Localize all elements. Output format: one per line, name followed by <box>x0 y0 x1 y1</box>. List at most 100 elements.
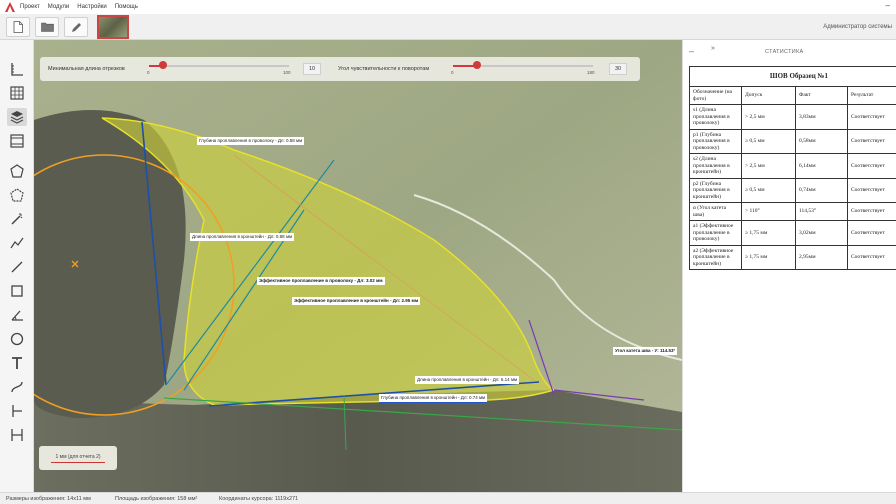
grid-tool[interactable] <box>7 84 27 102</box>
rotation-knob[interactable] <box>473 61 481 69</box>
menu-bar: Проект Модули Настройки Помощь – <box>0 0 896 14</box>
text-icon <box>12 357 22 369</box>
row-fact: 3,83мм <box>795 104 848 130</box>
polyline-icon <box>10 237 24 249</box>
min-length-knob[interactable] <box>159 61 167 69</box>
statistics-panel: – » СТАТИСТИКА ШОВ Образец №1 Обозначени… <box>682 40 896 492</box>
layers-tool[interactable] <box>7 108 27 126</box>
image-thumbnail[interactable] <box>97 15 129 39</box>
horizontal-measure-tool[interactable] <box>7 426 27 444</box>
user-name: Администратор системы <box>823 24 892 30</box>
table-row: a1 (Эффективное проплавление в проволоку… <box>689 220 896 246</box>
polygon-icon <box>10 164 24 178</box>
new-file-button[interactable] <box>6 17 30 37</box>
polyline-tool[interactable] <box>7 234 27 252</box>
text-tool[interactable] <box>7 354 27 372</box>
row-tolerance: > 2,5 мм <box>741 153 796 179</box>
row-tolerance: > 2,5 мм <box>741 104 796 130</box>
row-designation: s2 (Длина проплавления в кронштейн) <box>689 153 742 179</box>
table-row: s1 (Длина проплавления в проволоку) > 2,… <box>689 104 896 130</box>
menu-settings[interactable]: Настройки <box>77 4 106 10</box>
scale-indicator: 1 мм (для отчета 2) <box>39 446 117 470</box>
circle-tool[interactable] <box>7 330 27 348</box>
row-tolerance: > 110° <box>741 202 796 221</box>
rectangle-icon <box>11 285 23 297</box>
row-result: Соответствует <box>847 104 896 130</box>
min-length-max: 100 <box>283 70 291 75</box>
row-result: Соответствует <box>847 244 896 270</box>
status-cursor-coords: Координаты курсора: 1119x271 <box>219 496 299 502</box>
minimize-button[interactable]: – <box>886 1 890 10</box>
ruler-tool[interactable] <box>7 60 27 78</box>
min-length-slider[interactable] <box>149 65 289 67</box>
rotation-value[interactable]: 30 <box>609 63 627 75</box>
edit-button[interactable] <box>64 17 88 37</box>
header-designation: Обозначение (на фото) <box>689 86 742 105</box>
row-designation: p2 (Глубина проплавления в кронштейн) <box>689 177 742 203</box>
table-row: p1 (Глубина проплавления в проволоку) ≥ … <box>689 128 896 154</box>
table-row: a2 (Эффективное проплавление в кронштейн… <box>689 244 896 270</box>
annotation-eff-wire[interactable]: Эффективное проплавление в проволоку - Д… <box>257 277 385 285</box>
rectangle-tool[interactable] <box>7 282 27 300</box>
annotation-depth-wire[interactable]: Глубина проплавления в проволоку - Дл: 0… <box>197 137 305 145</box>
angle-tool[interactable] <box>7 306 27 324</box>
horizontal-measure-icon <box>11 429 23 441</box>
open-folder-button[interactable] <box>35 17 59 37</box>
header-result: Результат <box>847 86 896 105</box>
layers-icon <box>10 111 24 124</box>
polygon-tool[interactable] <box>7 162 27 180</box>
curve-tool[interactable] <box>7 378 27 396</box>
magic-wand-icon <box>11 213 23 225</box>
menu-modules[interactable]: Модули <box>48 4 70 10</box>
rotation-max: 180 <box>587 70 595 75</box>
annotation-angle[interactable]: Угол катета шва - У: 114.53° <box>613 347 678 355</box>
table-header-row: Обозначение (на фото) Допуск Факт Резуль… <box>689 86 896 105</box>
menu-project[interactable]: Проект <box>20 4 40 10</box>
row-fact: 2,95мм <box>795 244 848 270</box>
statistics-title: СТАТИСТИКА <box>765 49 804 55</box>
min-length-min: 0 <box>147 70 150 75</box>
auto-polygon-tool[interactable] <box>7 186 27 204</box>
line-tool[interactable] <box>7 258 27 276</box>
row-fact: 114,53° <box>795 202 848 221</box>
magic-wand-tool[interactable] <box>7 210 27 228</box>
annotation-depth-wire-2[interactable]: Глубина проплавления в кронштейн - Дл: 0… <box>379 394 488 403</box>
menu-help[interactable]: Помощь <box>115 4 138 10</box>
curve-icon <box>11 381 23 393</box>
expand-button[interactable]: » <box>711 45 715 52</box>
statistics-table: ШОВ Образец №1 Обозначение (на фото) Доп… <box>689 66 896 270</box>
row-designation: a2 (Эффективное проплавление в кронштейн… <box>689 244 742 270</box>
vertical-measure-tool[interactable] <box>7 402 27 420</box>
frame-icon <box>10 134 24 148</box>
annotation-len-bracket[interactable]: Длина проплавления в кронштейн - Дл: 6.1… <box>415 376 520 384</box>
row-designation: a1 (Эффективное проплавление в проволоку… <box>689 220 742 246</box>
annotation-depth-bracket[interactable]: Длина проплавления в кронштейн - Дл: 0.8… <box>190 233 295 241</box>
row-result: Соответствует <box>847 153 896 179</box>
grid-icon <box>10 86 24 100</box>
angle-icon <box>11 310 23 321</box>
row-tolerance: ≥ 1,75 мм <box>741 220 796 246</box>
frame-tool[interactable] <box>7 132 27 150</box>
weld-micrograph <box>34 40 682 492</box>
annotation-eff-bracket[interactable]: Эффективное проплавление в кронштейн - Д… <box>292 297 421 305</box>
app-logo-icon <box>4 1 16 13</box>
row-fact: 6,14мм <box>795 153 848 179</box>
row-designation: s1 (Длина проплавления в проволоку) <box>689 104 742 130</box>
table-row: s2 (Длина проплавления в кронштейн) > 2,… <box>689 153 896 179</box>
image-canvas[interactable]: Глубина проплавления в проволоку - Дл: 0… <box>34 40 682 492</box>
row-designation: p1 (Глубина проплавления в проволоку) <box>689 128 742 154</box>
header-fact: Факт <box>795 86 848 105</box>
row-result: Соответствует <box>847 202 896 221</box>
pencil-icon <box>71 22 81 32</box>
vertical-measure-icon <box>12 405 22 417</box>
collapse-button[interactable]: – <box>689 46 694 56</box>
row-result: Соответствует <box>847 128 896 154</box>
scale-bar <box>51 462 105 463</box>
table-caption: ШОВ Образец №1 <box>689 66 896 87</box>
slider-panel: Минимальная длина отрезков 0 100 10 Угол… <box>40 57 640 81</box>
toolbar: Администратор системы <box>0 14 896 40</box>
status-image-area: Площадь изображения: 158 мм² <box>115 496 198 502</box>
rotation-min: 0 <box>451 70 454 75</box>
min-length-value[interactable]: 10 <box>303 63 321 75</box>
row-tolerance: ≥ 0,5 мм <box>741 177 796 203</box>
